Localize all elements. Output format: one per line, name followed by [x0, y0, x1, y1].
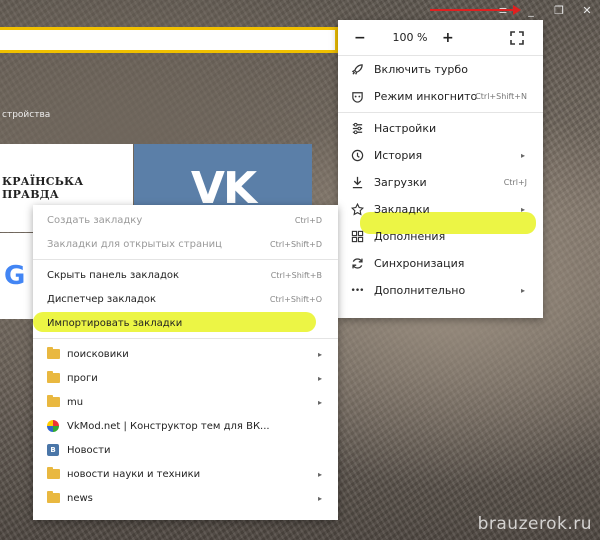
extensions-icon — [350, 230, 364, 244]
close-icon[interactable]: ✕ — [580, 3, 594, 17]
folder-icon — [47, 467, 60, 479]
bookmarks-submenu: Создать закладку Ctrl+D Закладки для отк… — [33, 205, 338, 520]
vkmod-favicon-icon — [47, 420, 59, 432]
shortcut-label: Ctrl+J — [503, 178, 527, 187]
history-icon — [350, 149, 364, 163]
chevron-right-icon: ▸ — [520, 151, 525, 160]
settings-icon — [350, 122, 364, 136]
menu-item-label: Синхронизация — [374, 257, 465, 270]
bookmark-folder[interactable]: проги ▸ — [33, 366, 338, 390]
menu-item-label: История — [374, 149, 423, 162]
menu-item-extensions[interactable]: Дополнения — [338, 223, 543, 250]
menu-item-settings[interactable]: Настройки — [338, 115, 543, 142]
bookmark-label: поисковики — [67, 348, 129, 360]
annotation-arrow — [430, 5, 521, 15]
menu-divider — [33, 338, 338, 339]
tile-google[interactable]: G — [0, 233, 36, 319]
hide-bookmarks-bar-item[interactable]: Скрыть панель закладок Ctrl+Shift+B — [33, 263, 338, 287]
devices-label[interactable]: стройства — [2, 110, 50, 120]
bookmark-label: новости науки и техники — [67, 468, 201, 480]
menu-item-label: Включить турбо — [374, 63, 468, 76]
menu-divider — [338, 112, 543, 113]
menu-item-label: Закладки для открытых страниц — [47, 238, 222, 250]
incognito-icon — [350, 90, 364, 104]
menu-item-label: Настройки — [374, 122, 437, 135]
shortcut-label: Ctrl+Shift+D — [270, 239, 322, 249]
bookmark-manager-item[interactable]: Диспетчер закладок Ctrl+Shift+O — [33, 287, 338, 311]
sync-icon — [350, 257, 364, 271]
zoom-level: 100 % — [392, 31, 428, 44]
shortcut-label: Ctrl+Shift+O — [269, 294, 322, 304]
menu-item-more[interactable]: ••• Дополнительно ▸ — [338, 277, 543, 304]
restore-icon[interactable]: ❐ — [552, 3, 566, 17]
menu-item-downloads[interactable]: Загрузки Ctrl+J — [338, 169, 543, 196]
address-bar[interactable] — [0, 27, 338, 53]
vk-favicon-icon: В — [47, 444, 59, 456]
fullscreen-icon[interactable] — [510, 30, 524, 45]
chevron-right-icon: ▸ — [520, 286, 525, 295]
menu-item-incognito[interactable]: Режим инкогнито Ctrl+Shift+N — [338, 83, 543, 110]
menu-item-label: Дополнительно — [374, 284, 466, 297]
star-icon — [350, 203, 364, 217]
bookmark-folder[interactable]: новости науки и техники ▸ — [33, 462, 338, 486]
zoom-out-button[interactable]: − — [354, 30, 366, 46]
menu-item-history[interactable]: История ▸ — [338, 142, 543, 169]
folder-icon — [47, 347, 60, 359]
bookmark-folder[interactable]: news ▸ — [33, 486, 338, 510]
zoom-in-button[interactable]: + — [442, 30, 454, 46]
menu-item-label: Скрыть панель закладок — [47, 269, 180, 281]
bookmark-open-pages-item[interactable]: Закладки для открытых страниц Ctrl+Shift… — [33, 232, 338, 256]
folder-icon — [47, 395, 60, 407]
menu-item-label: Импортировать закладки — [47, 317, 183, 329]
menu-item-label: Закладки — [374, 203, 430, 216]
zoom-row: − 100 % + — [338, 20, 543, 56]
menu-item-turbo[interactable]: Включить турбо — [338, 56, 543, 83]
menu-item-sync[interactable]: Синхронизация — [338, 250, 543, 277]
menu-item-label: Дополнения — [374, 230, 446, 243]
minimize-icon[interactable]: _ — [524, 3, 538, 17]
menu-item-label: Диспетчер закладок — [47, 293, 156, 305]
folder-icon — [47, 371, 60, 383]
create-bookmark-item[interactable]: Создать закладку Ctrl+D — [33, 208, 338, 232]
main-menu: − 100 % + Включить турбо Режим инкогнито… — [338, 20, 543, 318]
bookmark-link[interactable]: VkMod.net | Конструктор тем для ВК... — [33, 414, 338, 438]
bookmark-label: VkMod.net | Конструктор тем для ВК... — [67, 420, 270, 432]
shortcut-label: Ctrl+Shift+N — [475, 92, 527, 101]
menu-item-label: Создать закладку — [47, 214, 143, 226]
chevron-right-icon: ▸ — [317, 349, 322, 359]
menu-item-bookmarks[interactable]: Закладки ▸ — [338, 196, 543, 223]
import-bookmarks-item[interactable]: Импортировать закладки — [33, 311, 338, 335]
tile-pravda-label: КРАЇНСЬКА ПРАВДА — [2, 175, 84, 201]
bookmark-link[interactable]: В Новости — [33, 438, 338, 462]
menu-item-label: Загрузки — [374, 176, 427, 189]
bookmark-label: проги — [67, 372, 98, 384]
more-icon: ••• — [350, 285, 365, 296]
shortcut-label: Ctrl+D — [294, 215, 322, 225]
bookmark-folder[interactable]: поисковики ▸ — [33, 342, 338, 366]
chevron-right-icon: ▸ — [317, 493, 322, 503]
bookmark-label: Новости — [67, 444, 111, 456]
chevron-right-icon: ▸ — [317, 373, 322, 383]
watermark: brauzerok.ru — [477, 514, 592, 534]
bookmark-label: mu — [67, 396, 84, 408]
shortcut-label: Ctrl+Shift+B — [270, 270, 322, 280]
rocket-icon — [350, 63, 364, 77]
menu-item-label: Режим инкогнито — [374, 90, 478, 103]
chevron-right-icon: ▸ — [317, 397, 322, 407]
chevron-right-icon: ▸ — [520, 205, 525, 214]
folder-icon — [47, 491, 60, 503]
google-logo-icon: G — [4, 261, 26, 291]
bookmark-folder[interactable]: mu ▸ — [33, 390, 338, 414]
chevron-right-icon: ▸ — [317, 469, 322, 479]
download-icon — [350, 176, 364, 190]
bookmark-label: news — [67, 492, 93, 504]
menu-divider — [33, 259, 338, 260]
